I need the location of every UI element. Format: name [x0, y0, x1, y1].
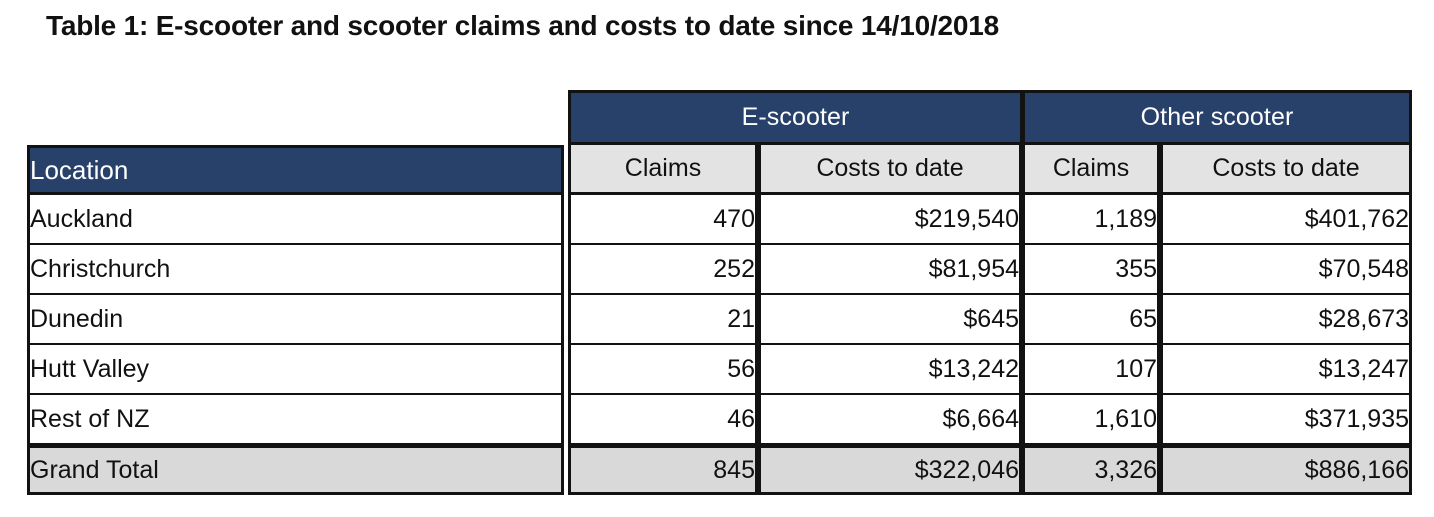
- cell-other-scooter-costs: $13,247: [1160, 345, 1413, 395]
- table-head: E-scooter Other scooter Location Claims …: [27, 90, 1413, 195]
- page-title: Table 1: E-scooter and scooter claims an…: [46, 10, 1000, 41]
- cell-e-scooter-costs: $645: [758, 295, 1023, 345]
- group-header-e-scooter: E-scooter: [568, 90, 1023, 145]
- cell-other-scooter-costs: $28,673: [1160, 295, 1413, 345]
- cell-location-total: Grand Total: [27, 445, 564, 495]
- cell-other-scooter-claims-total: 3,326: [1022, 445, 1161, 495]
- column-header-location: Location: [27, 145, 564, 195]
- table-row: Dunedin 21 $645 65 $28,673: [27, 295, 1413, 345]
- column-header-other-scooter-costs: Costs to date: [1160, 145, 1413, 195]
- cell-other-scooter-claims: 107: [1022, 345, 1161, 395]
- column-header-row: Location Claims Costs to date Claims Cos…: [27, 145, 1413, 195]
- cell-other-scooter-costs: $371,935: [1160, 395, 1413, 445]
- cell-e-scooter-costs: $219,540: [758, 195, 1023, 245]
- cell-other-scooter-costs-total: $886,166: [1160, 445, 1413, 495]
- column-header-other-scooter-claims: Claims: [1022, 145, 1161, 195]
- cell-e-scooter-claims: 46: [568, 395, 758, 445]
- cell-location: Hutt Valley: [27, 345, 564, 395]
- cell-e-scooter-claims: 470: [568, 195, 758, 245]
- table-row: Christchurch 252 $81,954 355 $70,548: [27, 245, 1413, 295]
- cell-other-scooter-costs: $401,762: [1160, 195, 1413, 245]
- cell-other-scooter-claims: 355: [1022, 245, 1161, 295]
- column-header-e-scooter-costs: Costs to date: [758, 145, 1023, 195]
- column-header-e-scooter-claims: Claims: [568, 145, 758, 195]
- cell-e-scooter-claims: 252: [568, 245, 758, 295]
- cell-e-scooter-costs: $81,954: [758, 245, 1023, 295]
- cell-e-scooter-claims: 21: [568, 295, 758, 345]
- table-body: Auckland 470 $219,540 1,189 $401,762 Chr…: [27, 195, 1413, 495]
- cell-location: Auckland: [27, 195, 564, 245]
- cell-other-scooter-claims: 1,189: [1022, 195, 1161, 245]
- cell-e-scooter-costs: $13,242: [758, 345, 1023, 395]
- group-header-empty-location: [27, 90, 564, 145]
- cell-location: Rest of NZ: [27, 395, 564, 445]
- page-root: Table 1: E-scooter and scooter claims an…: [0, 0, 1434, 517]
- table-row: Auckland 470 $219,540 1,189 $401,762: [27, 195, 1413, 245]
- cell-location: Dunedin: [27, 295, 564, 345]
- cell-location: Christchurch: [27, 245, 564, 295]
- claims-and-costs-table: E-scooter Other scooter Location Claims …: [27, 90, 1413, 495]
- cell-other-scooter-claims: 1,610: [1022, 395, 1161, 445]
- cell-e-scooter-costs: $6,664: [758, 395, 1023, 445]
- group-header-other-scooter: Other scooter: [1022, 90, 1413, 145]
- table-row: Rest of NZ 46 $6,664 1,610 $371,935: [27, 395, 1413, 445]
- cell-e-scooter-costs-total: $322,046: [758, 445, 1023, 495]
- table-row: Hutt Valley 56 $13,242 107 $13,247: [27, 345, 1413, 395]
- grand-total-row: Grand Total 845 $322,046 3,326 $886,166: [27, 445, 1413, 495]
- cell-e-scooter-claims-total: 845: [568, 445, 758, 495]
- cell-other-scooter-costs: $70,548: [1160, 245, 1413, 295]
- cell-other-scooter-claims: 65: [1022, 295, 1161, 345]
- group-header-row: E-scooter Other scooter: [27, 90, 1413, 145]
- cell-e-scooter-claims: 56: [568, 345, 758, 395]
